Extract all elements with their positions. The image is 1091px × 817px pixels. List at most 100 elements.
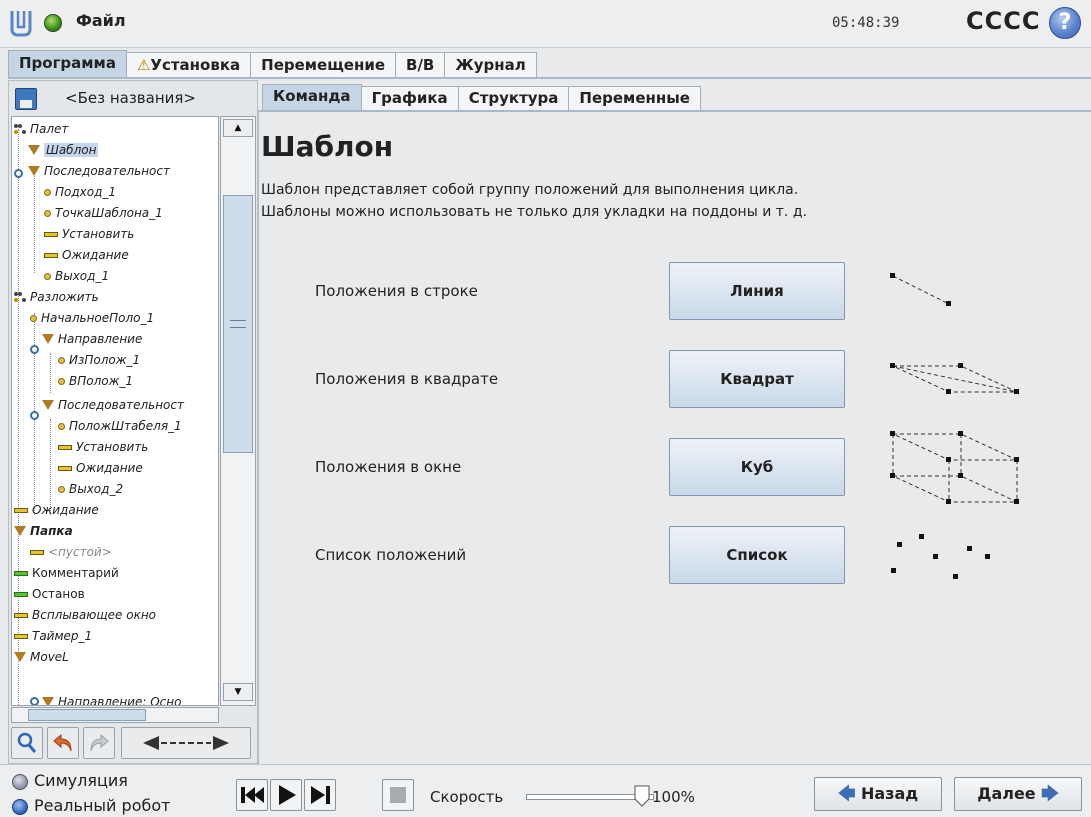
square-pattern-icon (890, 363, 1019, 394)
step-icon[interactable] (304, 779, 336, 811)
move-node-button[interactable] (121, 727, 251, 759)
tree-node[interactable]: Ожидание (58, 458, 143, 479)
speed-value: 100% (652, 788, 695, 806)
tree-node-selected[interactable]: Шаблон (28, 140, 99, 161)
tree-horizontal-scrollbar[interactable] (11, 707, 219, 723)
tab-io[interactable]: В/В (395, 52, 446, 78)
tree-node[interactable]: НачальноеПоло_1 (30, 308, 154, 329)
tree-node[interactable]: Выход_2 (58, 479, 123, 500)
radio-off-icon (12, 773, 28, 790)
cube-button[interactable]: Куб (669, 438, 845, 496)
tab-label: Графика (371, 89, 448, 107)
row-label-line: Положения в строке (315, 282, 478, 300)
row-label-square: Положения в квадрате (315, 370, 499, 388)
tree-node[interactable]: ПоложШтабеля_1 (58, 416, 182, 437)
tab-variables[interactable]: Переменные (568, 86, 701, 110)
search-icon[interactable] (11, 727, 43, 759)
tree-node[interactable]: Установить (44, 224, 134, 245)
arrow-right-icon: 🡆 (1041, 784, 1059, 804)
tree-node[interactable]: Таймер_1 (14, 626, 92, 647)
expand-pin-icon[interactable] (14, 169, 23, 178)
skip-back-icon[interactable] (236, 779, 268, 811)
tree-node[interactable]: Подход_1 (44, 182, 116, 203)
tree-node[interactable]: Установить (58, 437, 148, 458)
node-label: Палет (30, 122, 69, 136)
command-bar-icon (58, 445, 72, 450)
real-robot-radio[interactable]: Реальный робот (12, 796, 170, 815)
tab-graphics[interactable]: Графика (360, 86, 459, 110)
next-button[interactable]: Далее 🡆 (954, 777, 1082, 811)
tree-node[interactable]: ТочкаШаблона_1 (44, 203, 163, 224)
tree-node[interactable]: Направление: Осно (42, 692, 181, 705)
node-label: MoveL (30, 650, 69, 664)
save-icon[interactable] (15, 88, 37, 110)
scroll-thumb[interactable] (28, 709, 146, 721)
tree-node[interactable]: Останов (14, 584, 85, 605)
stop-icon[interactable] (382, 779, 414, 811)
tree-node[interactable]: Комментарий (14, 563, 119, 584)
tree-node[interactable]: ВПолож_1 (58, 371, 133, 392)
program-tree[interactable]: Палет Шаблон Последовательност Подход_1 … (11, 116, 219, 706)
line-button[interactable]: Линия (669, 262, 845, 320)
tree-line (50, 353, 51, 393)
robot-status-icon (44, 14, 62, 32)
tree-node[interactable]: <пустой> (30, 542, 112, 563)
tab-move[interactable]: Перемещение (250, 52, 397, 78)
pallet-icon (14, 124, 26, 135)
scroll-up-icon[interactable]: ▲ (223, 119, 253, 137)
folder-triangle-icon (28, 165, 40, 176)
program-tree-panel: <Без названия> Палет Шаблон Последовател… (8, 80, 258, 764)
row-label-window: Положения в окне (315, 458, 462, 476)
folder-triangle-icon (42, 399, 54, 410)
tab-label: Перемещение (261, 56, 386, 74)
file-menu[interactable]: Файл (76, 11, 126, 30)
node-label: Папка (30, 524, 73, 538)
tab-label: Команда (273, 87, 351, 105)
tree-node[interactable]: Всплывающее окно (14, 605, 156, 626)
tab-command[interactable]: Команда (262, 84, 362, 110)
tree-node[interactable]: Палет (14, 119, 68, 140)
tab-installation[interactable]: ⚠Установка (125, 52, 252, 78)
main-tabs: Программа ⚠Установка Перемещение В/В Жур… (8, 50, 537, 78)
tab-label: Журнал (455, 56, 526, 74)
list-button[interactable]: Список (669, 526, 845, 584)
redo-icon[interactable] (83, 727, 115, 759)
tree-node[interactable]: Папка (14, 521, 73, 542)
node-label: Выход_1 (55, 269, 110, 283)
scroll-thumb[interactable] (223, 195, 253, 453)
play-icon[interactable] (270, 779, 302, 811)
speed-slider-thumb[interactable] (634, 785, 650, 807)
tree-node[interactable]: Последовательност (42, 395, 184, 416)
row-label-list: Список положений (315, 546, 467, 564)
tab-program[interactable]: Программа (8, 50, 127, 78)
expand-pin-icon[interactable] (30, 411, 39, 420)
tree-node[interactable]: MoveL (14, 647, 69, 668)
tab-log[interactable]: Журнал (444, 52, 537, 78)
tree-node[interactable]: Разложить (14, 287, 99, 308)
bottom-bar: Симуляция Реальный робот Скорость 100% 🡄… (0, 764, 1091, 817)
node-label: Шаблон (44, 143, 99, 157)
undo-icon[interactable] (47, 727, 79, 759)
node-label: ТочкаШаблона_1 (55, 206, 163, 220)
tree-vertical-scrollbar[interactable]: ▲ ▼ (220, 116, 256, 706)
command-bar-icon (30, 550, 44, 555)
square-button[interactable]: Квадрат (669, 350, 845, 408)
tab-label: Установка (150, 56, 241, 74)
radio-on-icon (12, 798, 28, 815)
radio-label: Реальный робот (34, 796, 171, 815)
scroll-down-icon[interactable]: ▼ (223, 683, 253, 701)
node-label: ВПолож_1 (69, 374, 134, 388)
tree-node[interactable]: Ожидание (44, 245, 129, 266)
tree-node[interactable]: Ожидание (14, 500, 99, 521)
tree-node[interactable]: Направление (42, 329, 142, 350)
help-icon[interactable]: ? (1049, 7, 1081, 39)
command-bar-icon (58, 466, 72, 471)
tab-structure[interactable]: Структура (457, 86, 570, 110)
simulation-radio[interactable]: Симуляция (12, 771, 128, 790)
tree-node[interactable]: Выход_1 (44, 266, 109, 287)
expand-pin-icon[interactable] (30, 345, 39, 354)
expand-pin-icon[interactable] (30, 697, 39, 705)
back-button[interactable]: 🡄 Назад (814, 777, 942, 811)
tree-node[interactable]: Последовательност (28, 161, 170, 182)
tree-node[interactable]: ИзПолож_1 (58, 350, 140, 371)
